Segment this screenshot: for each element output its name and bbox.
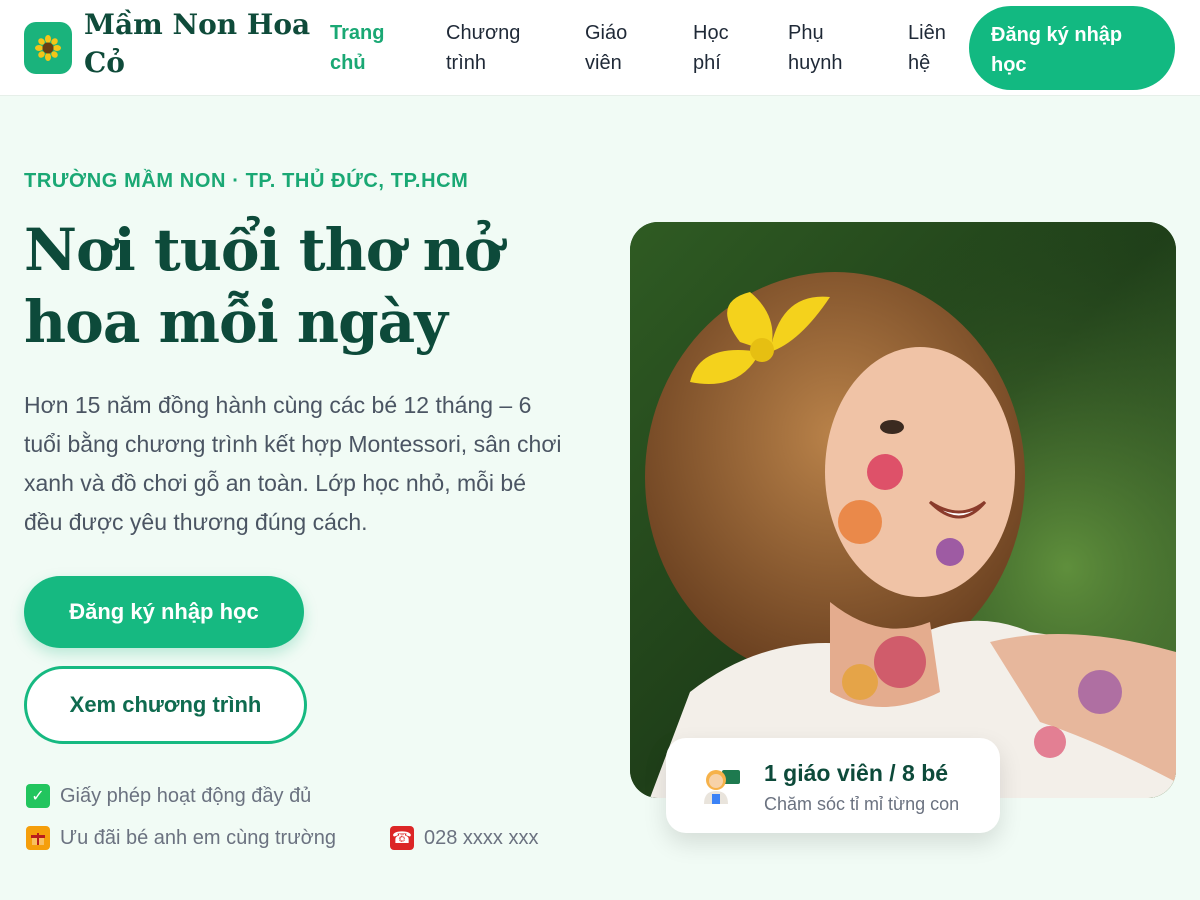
hero-photo [630,222,1176,798]
hero-eyebrow: TRƯỜNG MẦM NON · TP. THỦ ĐỨC, TP.HCM [24,170,469,192]
feature-license-text: Giấy phép hoạt động đầy đủ [60,784,312,807]
nav-item-program[interactable]: Chương trình [446,18,546,78]
feature-license: ✓ Giấy phép hoạt động đầy đủ [26,784,311,808]
teacher-ratio-card: 1 giáo viên / 8 bé Chăm sóc tỉ mỉ từng c… [666,738,1000,833]
check-icon: ✓ [26,784,50,808]
nav-item-parents[interactable]: Phụ huynh [788,18,868,78]
phone-icon: ☎ [390,826,414,850]
feature-sibling-text: Ưu đãi bé anh em cùng trường [60,826,336,849]
sunflower-icon [35,35,61,61]
nav-item-home[interactable]: Trang chủ [330,18,410,78]
ratio-title: 1 giáo viên / 8 bé [764,760,949,786]
teacher-icon [704,770,740,804]
feature-phone[interactable]: ☎ 028 xxxx xxx [390,826,538,850]
brand-name[interactable]: Mầm Non Hoa Cỏ [84,6,334,82]
nav-item-tuition[interactable]: Học phí [693,18,753,78]
nav-item-teachers[interactable]: Giáo viên [585,18,655,78]
header-register-button[interactable]: Đăng ký nhập học [969,6,1175,90]
nav-item-contact[interactable]: Liên hệ [908,18,968,78]
gift-icon [26,826,50,850]
site-header: Mầm Non Hoa Cỏ Trang chủ Chương trình Gi… [0,0,1200,96]
hero-title: Nơi tuổi thơ nở hoa mỗi ngày [24,216,503,356]
feature-sibling-discount: Ưu đãi bé anh em cùng trường [26,826,336,850]
hero-description: Hơn 15 năm đồng hành cùng các bé 12 thán… [24,392,562,535]
logo-badge[interactable] [24,22,72,74]
register-button[interactable]: Đăng ký nhập học [24,576,304,648]
view-program-button[interactable]: Xem chương trình [24,666,307,744]
feature-phone-text[interactable]: 028 xxxx xxx [424,827,538,850]
ratio-subtitle: Chăm sóc tỉ mỉ từng con [764,794,960,814]
